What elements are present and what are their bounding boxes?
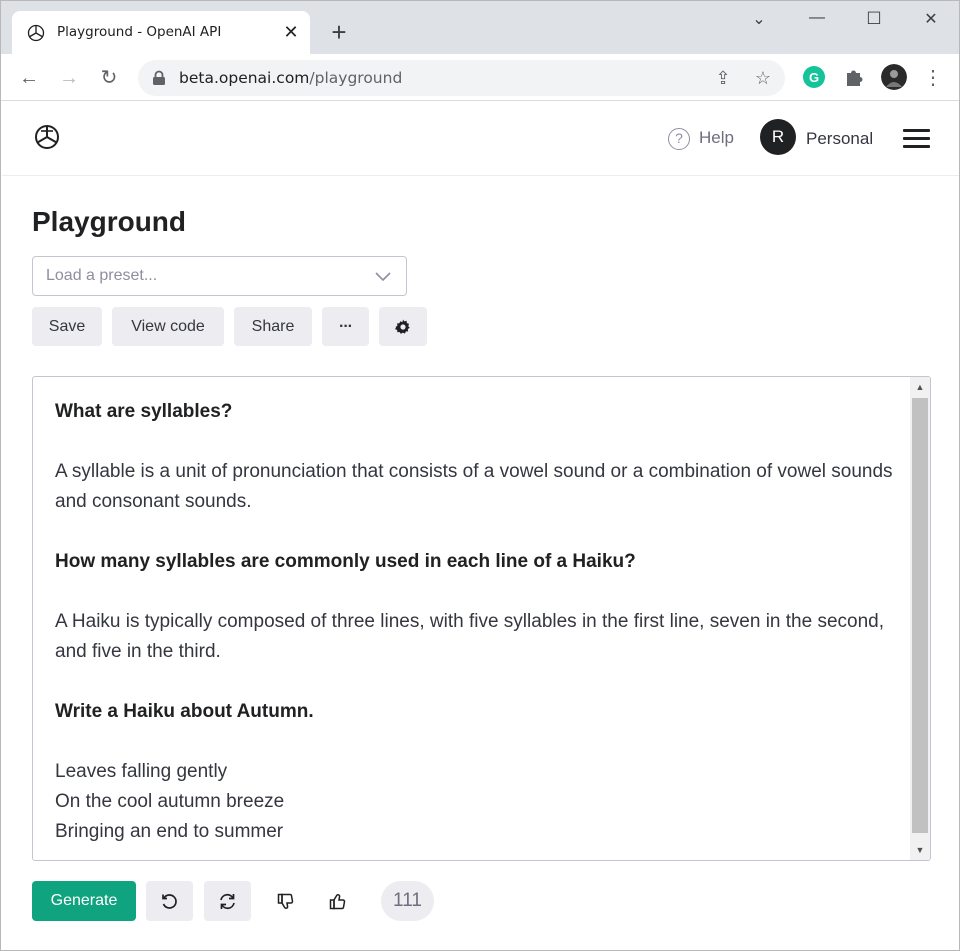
reload-icon[interactable]: ↻: [95, 64, 123, 92]
question-3: Write a Haiku about Autumn.: [55, 701, 314, 722]
regenerate-button[interactable]: [204, 881, 251, 921]
generate-button[interactable]: Generate: [32, 881, 136, 921]
close-window-icon[interactable]: ✕: [911, 9, 951, 33]
poem-line-1: Leaves falling gently: [55, 761, 228, 782]
profile-avatar[interactable]: [881, 64, 907, 90]
tab-search-icon[interactable]: ⌄: [739, 9, 779, 33]
scrollbar-thumb[interactable]: [912, 398, 928, 833]
help-question-icon: ?: [668, 128, 690, 150]
preset-select[interactable]: Load a preset...: [32, 256, 407, 296]
thumbs-down-button[interactable]: [262, 881, 309, 921]
hamburger-menu-icon[interactable]: [903, 129, 930, 149]
thumbs-up-button[interactable]: [314, 881, 361, 921]
openai-logo-icon[interactable]: [32, 122, 62, 152]
answer-2: A Haiku is typically composed of three l…: [55, 611, 885, 662]
thumbs-up-icon: [329, 894, 346, 910]
undo-button[interactable]: [146, 881, 193, 921]
tab-strip: Playground - OpenAI API ✕ + ⌄ — ☐ ✕: [1, 1, 959, 54]
browser-menu-icon[interactable]: ⋮: [919, 64, 947, 92]
editor-scrollbar[interactable]: ▲ ▼: [910, 377, 930, 860]
prompt-editor[interactable]: What are syllables? A syllable is a unit…: [32, 376, 931, 861]
minimize-icon[interactable]: —: [797, 9, 837, 33]
chevron-down-icon: [375, 272, 391, 282]
back-icon[interactable]: ←: [15, 64, 43, 92]
bookmark-star-icon[interactable]: ☆: [753, 68, 773, 88]
poem-line-2: On the cool autumn breeze: [55, 791, 285, 812]
lock-icon: [153, 70, 165, 85]
tab-title: Playground - OpenAI API: [57, 24, 222, 40]
address-bar[interactable]: beta.openai.com/playground ⇪ ☆: [138, 60, 785, 96]
tab-close-icon[interactable]: ✕: [282, 23, 300, 41]
user-avatar[interactable]: R: [760, 119, 796, 155]
preset-placeholder: Load a preset...: [46, 267, 158, 284]
gear-icon: [395, 319, 410, 334]
question-2: How many syllables are commonly used in …: [55, 551, 636, 572]
page-title: Playground: [32, 206, 187, 237]
grammarly-extension-icon[interactable]: G: [801, 64, 827, 90]
save-button[interactable]: Save: [32, 307, 102, 346]
scroll-down-icon[interactable]: ▼: [910, 840, 930, 860]
url-text: beta.openai.com/playground: [179, 69, 403, 87]
poem-line-3: Bringing an end to summer: [55, 821, 284, 842]
settings-button[interactable]: [379, 307, 427, 346]
undo-icon: [162, 894, 177, 909]
new-tab-button[interactable]: +: [327, 19, 351, 45]
regenerate-icon: [220, 893, 235, 910]
share-button[interactable]: Share: [234, 307, 312, 346]
forward-icon[interactable]: →: [55, 64, 83, 92]
browser-toolbar: ← → ↻ beta.openai.com/playground ⇪ ☆ G ⋮: [1, 54, 959, 101]
browser-window: Playground - OpenAI API ✕ + ⌄ — ☐ ✕ ← → …: [0, 0, 960, 951]
share-page-icon[interactable]: ⇪: [713, 68, 733, 88]
maximize-icon[interactable]: ☐: [854, 9, 894, 33]
view-code-button[interactable]: View code: [112, 307, 224, 346]
browser-tab[interactable]: Playground - OpenAI API ✕: [12, 11, 310, 54]
account-label[interactable]: Personal: [806, 129, 873, 149]
answer-1: A syllable is a unit of pronunciation th…: [55, 461, 893, 512]
help-label: Help: [699, 128, 734, 147]
scroll-up-icon[interactable]: ▲: [910, 377, 930, 397]
token-count: 111: [381, 881, 434, 921]
site-header: ? Help R Personal: [2, 102, 959, 176]
svg-text:G: G: [809, 70, 819, 85]
thumbs-down-icon: [277, 893, 294, 909]
editor-text[interactable]: What are syllables? A syllable is a unit…: [55, 397, 895, 847]
extensions-puzzle-icon[interactable]: [841, 64, 867, 90]
openai-favicon-icon: [27, 24, 45, 42]
question-1: What are syllables?: [55, 401, 233, 422]
more-options-button[interactable]: ···: [322, 307, 369, 346]
